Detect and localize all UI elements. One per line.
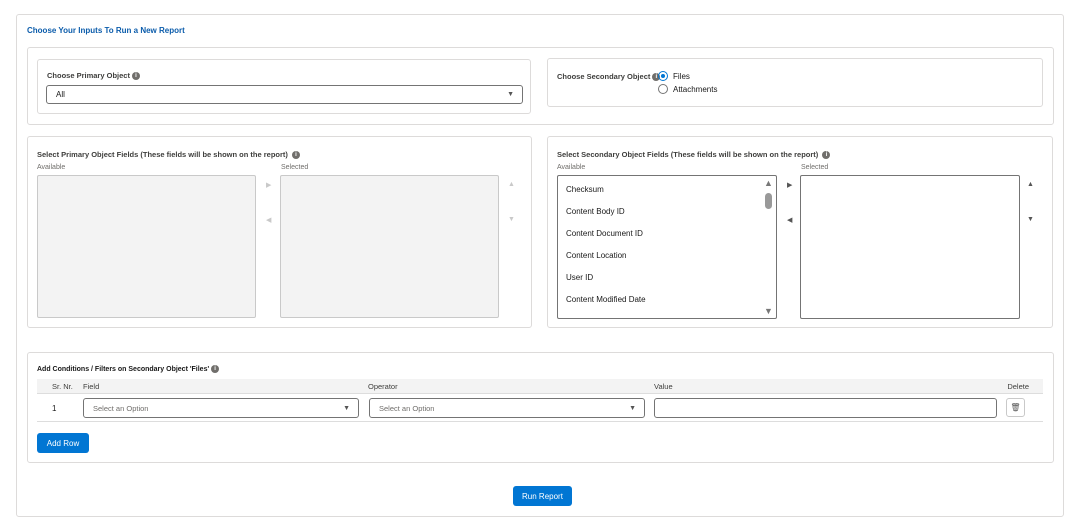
selected-label: Selected xyxy=(281,164,309,171)
available-label: Available xyxy=(37,164,66,171)
radio-attachments[interactable]: Attachments xyxy=(658,84,717,94)
column-header: Sr. Nr. xyxy=(52,382,73,391)
info-icon[interactable]: i xyxy=(292,151,300,160)
column-header: Value xyxy=(654,382,673,391)
value-input[interactable] xyxy=(654,398,997,418)
available-label: Available xyxy=(557,164,586,171)
secondary-selected-list[interactable] xyxy=(800,175,1020,319)
list-item[interactable]: Content Location xyxy=(566,251,627,260)
move-right-icon[interactable]: ▶ xyxy=(266,181,271,189)
primary-object-label: Choose Primary Object i xyxy=(47,71,140,81)
info-icon[interactable]: i xyxy=(131,72,140,81)
field-select[interactable]: Select an Option ▼ xyxy=(83,398,359,418)
add-row-button[interactable]: Add Row xyxy=(37,433,89,453)
list-item[interactable]: User ID xyxy=(566,273,593,282)
secondary-object-label-text: Choose Secondary Object xyxy=(557,72,651,81)
info-icon[interactable]: i xyxy=(822,151,831,160)
list-item[interactable]: Content Body ID xyxy=(566,207,625,216)
secondary-object-label: Choose Secondary Object i xyxy=(557,72,661,82)
move-down-icon[interactable]: ▼ xyxy=(508,216,515,223)
run-report-button[interactable]: Run Report xyxy=(513,486,572,506)
column-header: Operator xyxy=(368,382,398,391)
primary-object-value: All xyxy=(56,90,65,99)
secondary-available-list[interactable]: Checksum Content Body ID Content Documen… xyxy=(557,175,777,319)
radio-selected-icon xyxy=(658,71,668,81)
scroll-down-icon[interactable]: ▼ xyxy=(764,306,773,316)
selected-label: Selected xyxy=(801,164,829,171)
placeholder: Select an Option xyxy=(93,403,149,413)
list-item[interactable]: Checksum xyxy=(566,185,604,194)
radio-files[interactable]: Files xyxy=(658,71,690,81)
info-icon[interactable]: i xyxy=(211,365,220,373)
secondary-fields-heading: Select Secondary Object Fields (These fi… xyxy=(557,150,831,160)
chevron-down-icon: ▼ xyxy=(629,404,636,412)
secondary-object-card xyxy=(547,58,1043,107)
move-left-icon[interactable]: ◀ xyxy=(787,216,792,224)
row-number: 1 xyxy=(52,404,57,413)
radio-label: Files xyxy=(673,71,690,81)
move-up-icon[interactable]: ▲ xyxy=(1027,181,1034,188)
primary-selected-list[interactable] xyxy=(280,175,499,318)
primary-available-list[interactable] xyxy=(37,175,256,318)
list-item[interactable]: Content Document ID xyxy=(566,229,643,238)
primary-fields-heading: Select Primary Object Fields (These fiel… xyxy=(37,150,300,160)
operator-select[interactable]: Select an Option ▼ xyxy=(369,398,645,418)
table-header: Sr. Nr. Field Operator Value Delete xyxy=(37,379,1043,394)
heading-text: Select Secondary Object Fields (These fi… xyxy=(557,150,819,159)
move-down-icon[interactable]: ▼ xyxy=(1027,216,1034,223)
column-header: Field xyxy=(83,382,100,391)
primary-object-label-text: Choose Primary Object xyxy=(47,71,130,80)
list-item[interactable]: Content Modified Date xyxy=(566,295,646,304)
chevron-down-icon: ▼ xyxy=(507,91,514,98)
scroll-up-icon[interactable]: ▲ xyxy=(764,178,773,188)
conditions-heading: Add Conditions / Filters on Secondary Ob… xyxy=(37,365,220,373)
primary-object-select[interactable]: All ▼ xyxy=(46,85,523,104)
placeholder: Select an Option xyxy=(379,403,435,413)
heading-text: Select Primary Object Fields (These fiel… xyxy=(37,150,288,159)
radio-unselected-icon xyxy=(658,84,668,94)
delete-button[interactable]: 🗑 xyxy=(1006,398,1025,417)
trash-icon: 🗑 xyxy=(1010,403,1021,412)
chevron-down-icon: ▼ xyxy=(343,404,350,412)
radio-label: Attachments xyxy=(673,84,718,94)
page-title: Choose Your Inputs To Run a New Report xyxy=(27,26,185,35)
move-up-icon[interactable]: ▲ xyxy=(508,181,515,188)
move-right-icon[interactable]: ▶ xyxy=(787,181,792,189)
scrollbar-thumb[interactable] xyxy=(765,193,772,209)
move-left-icon[interactable]: ◀ xyxy=(266,216,271,224)
column-header: Delete xyxy=(1007,382,1029,391)
heading-text: Add Conditions / Filters on Secondary Ob… xyxy=(37,365,210,373)
